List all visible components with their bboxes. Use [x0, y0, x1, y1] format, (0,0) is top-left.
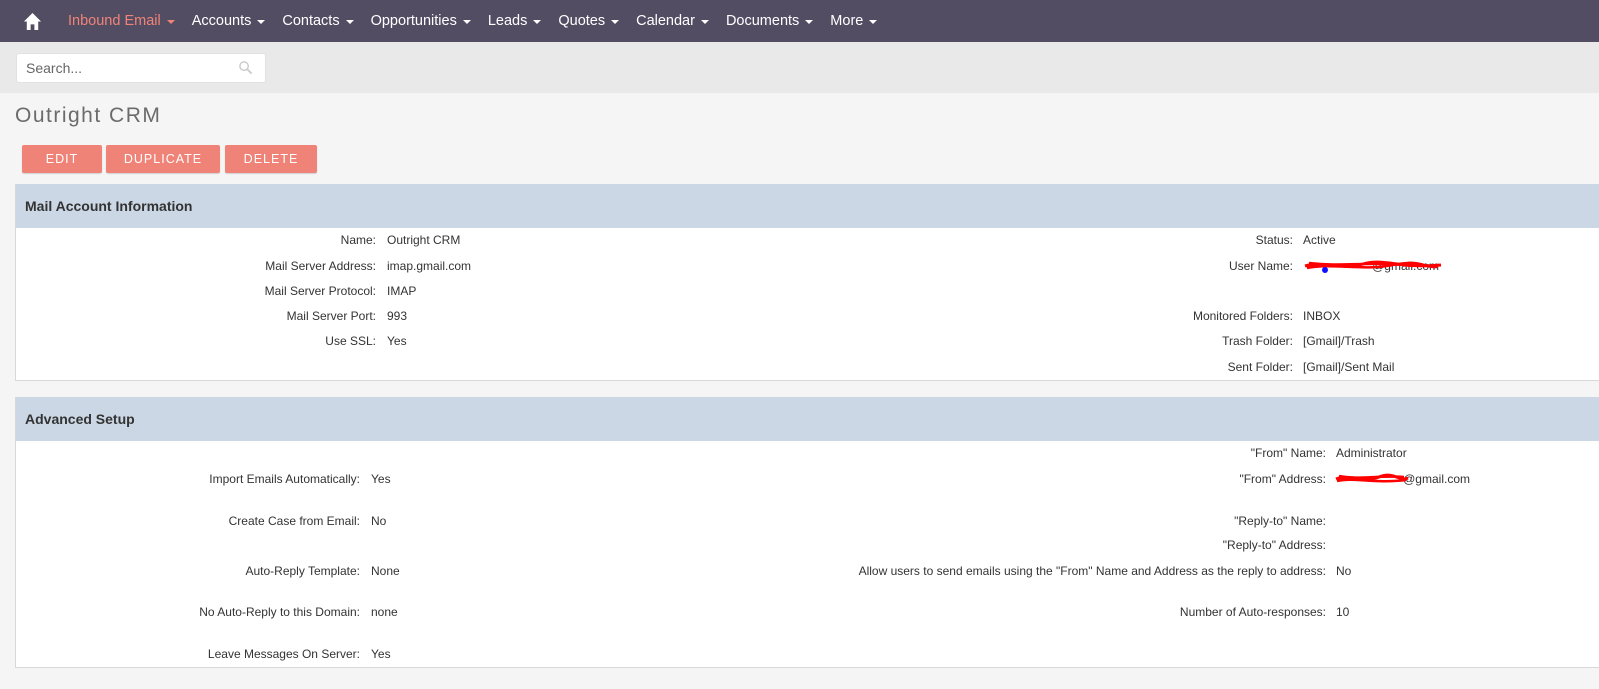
top-nav: Inbound Email Accounts Contacts Opportun… [0, 0, 1599, 42]
nav-label: Quotes [558, 13, 606, 29]
nav-label: Leads [487, 13, 528, 29]
delete-button[interactable]: DELETE [225, 145, 317, 173]
mail-account-panel: Mail Account Information Name: Outright … [15, 184, 1599, 381]
field-value: No [371, 514, 387, 528]
field-value: [Gmail]/Sent Mail [1303, 360, 1395, 374]
nav-leads[interactable]: Leads [488, 13, 542, 29]
field-value: IMAP [387, 284, 417, 298]
field-value: Yes [371, 647, 391, 661]
nav-label: Documents [725, 13, 800, 29]
chevron-down-icon [257, 20, 266, 24]
redaction-scribble [1304, 260, 1442, 273]
nav-label: Calendar [636, 13, 695, 29]
search-box [16, 53, 266, 83]
field-value: None [371, 564, 400, 578]
field-label: "Reply-to" Address: [1222, 538, 1326, 552]
home-button[interactable] [16, 0, 48, 42]
search-bar [0, 42, 1599, 93]
field-label: Monitored Folders: [1192, 309, 1293, 323]
chevron-down-icon [533, 20, 542, 24]
nav-more[interactable]: More [830, 13, 878, 29]
field-label: Number of Auto-responses: [1179, 605, 1326, 619]
advanced-setup-panel: Advanced Setup Import Emails Automatical… [15, 397, 1599, 668]
duplicate-button[interactable]: DUPLICATE [106, 145, 220, 173]
nav-documents[interactable]: Documents [725, 13, 814, 29]
field-label: Name: [340, 233, 376, 247]
nav-contacts[interactable]: Contacts [282, 13, 354, 29]
field-value: INBOX [1303, 309, 1341, 323]
redaction-scribble [1335, 473, 1409, 483]
panel-heading: Mail Account Information [16, 184, 1599, 228]
nav-label: Inbound Email [68, 13, 161, 29]
field-value: Yes [371, 472, 391, 486]
nav-quotes[interactable]: Quotes [558, 13, 620, 29]
field-value: Outright CRM [387, 233, 461, 247]
field-label: Import Emails Automatically: [209, 472, 360, 486]
field-value: Active [1303, 233, 1336, 247]
field-label: Mail Server Protocol: [264, 284, 376, 298]
nav-label: More [830, 13, 864, 29]
chevron-down-icon [345, 20, 354, 24]
chevron-down-icon [166, 20, 175, 24]
field-value: Administrator [1336, 446, 1407, 460]
field-value: [Gmail]/Trash [1303, 334, 1375, 348]
nav-opportunities[interactable]: Opportunities [371, 13, 471, 29]
field-label: No Auto-Reply to this Domain: [199, 605, 360, 619]
field-label: "From" Address: [1239, 472, 1326, 486]
panel-heading: Advanced Setup [16, 397, 1599, 441]
search-icon[interactable] [238, 60, 253, 75]
chevron-down-icon [462, 20, 471, 24]
field-value: none [371, 605, 398, 619]
field-label: Create Case from Email: [228, 514, 360, 528]
field-label: User Name: [1228, 259, 1293, 273]
field-label: Leave Messages On Server: [207, 647, 360, 661]
nav-label: Accounts [191, 13, 252, 29]
field-label: Allow users to send emails using the "Fr… [858, 564, 1326, 578]
chevron-down-icon [611, 20, 620, 24]
field-value: Yes [387, 334, 407, 348]
edit-button[interactable]: EDIT [22, 145, 102, 173]
field-label: Use SSL: [325, 334, 376, 348]
page-title: Outright CRM [15, 104, 162, 127]
field-label: Sent Folder: [1227, 360, 1293, 374]
field-label: Mail Server Address: [265, 259, 376, 273]
search-input[interactable] [26, 54, 226, 82]
chevron-down-icon [805, 20, 814, 24]
field-value: 10 [1336, 605, 1350, 619]
field-label: Trash Folder: [1222, 334, 1293, 348]
field-value: imap.gmail.com [387, 259, 472, 273]
field-value: No [1336, 564, 1352, 578]
field-label: Auto-Reply Template: [245, 564, 360, 578]
field-label: "Reply-to" Name: [1234, 514, 1326, 528]
nav-label: Opportunities [370, 13, 457, 29]
home-icon [23, 12, 41, 30]
field-label: Status: [1255, 233, 1293, 247]
field-label: "From" Name: [1250, 446, 1326, 460]
nav-label: Contacts [282, 13, 340, 29]
nav-inbound-email[interactable]: Inbound Email [68, 13, 175, 29]
chevron-down-icon [869, 20, 878, 24]
field-value: 993 [387, 309, 408, 323]
field-label: Mail Server Port: [286, 309, 376, 323]
nav-calendar[interactable]: Calendar [636, 13, 709, 29]
nav-accounts[interactable]: Accounts [192, 13, 266, 29]
chevron-down-icon [700, 20, 709, 24]
